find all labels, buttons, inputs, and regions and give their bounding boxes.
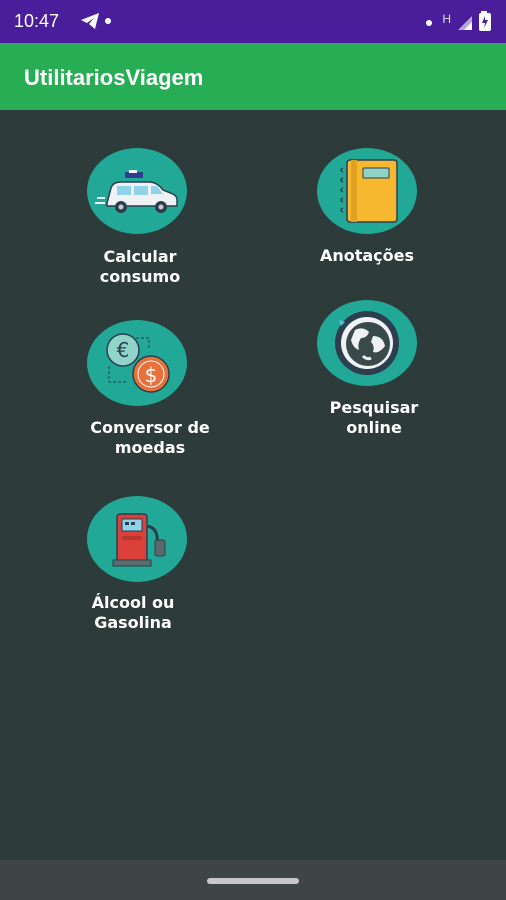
calcular-consumo-label: Calcular consumo [99,247,181,286]
signal-icon [457,16,472,30]
app-title: UtilitariosViagem [24,65,204,90]
pesquisar-online-label: Pesquisar online [329,398,419,437]
home-gesture-handle[interactable] [207,878,299,884]
currency-exchange-icon: € $ [87,320,187,406]
svg-text:€: € [117,338,130,362]
status-right-icons: H [424,10,492,37]
battery-icon [479,11,491,31]
status-time: 10:47 [14,11,60,31]
alcool-ou-gasolina-button[interactable]: Álcool ou Gasolina [80,496,240,641]
conversor-de-moedas-button[interactable]: € $ Conversor de moedas [80,320,240,465]
notification-dot-icon [105,18,112,24]
notification-dot-icon [425,20,432,26]
pesquisar-online-button[interactable]: Pesquisar online [309,300,469,445]
status-left-icons [80,12,112,35]
navigation-bar [0,860,506,900]
conversor-de-moedas-label: Conversor de moedas [90,418,210,457]
app-bar: UtilitariosViagem [0,43,506,110]
anotacoes-label: Anotações [319,246,415,265]
notebook-icon [317,148,417,234]
alcool-ou-gasolina-label: Álcool ou Gasolina [91,593,175,632]
svg-text:$: $ [145,363,158,387]
anotacoes-button[interactable]: Anotações [309,148,469,268]
globe-icon [317,300,417,386]
calcular-consumo-button[interactable]: Calcular consumo [80,148,240,293]
network-type-label: H [442,12,452,26]
status-bar: 10:47 H [0,0,506,43]
car-icon [87,148,187,234]
telegram-icon [81,13,99,29]
fuel-pump-icon [87,496,187,582]
